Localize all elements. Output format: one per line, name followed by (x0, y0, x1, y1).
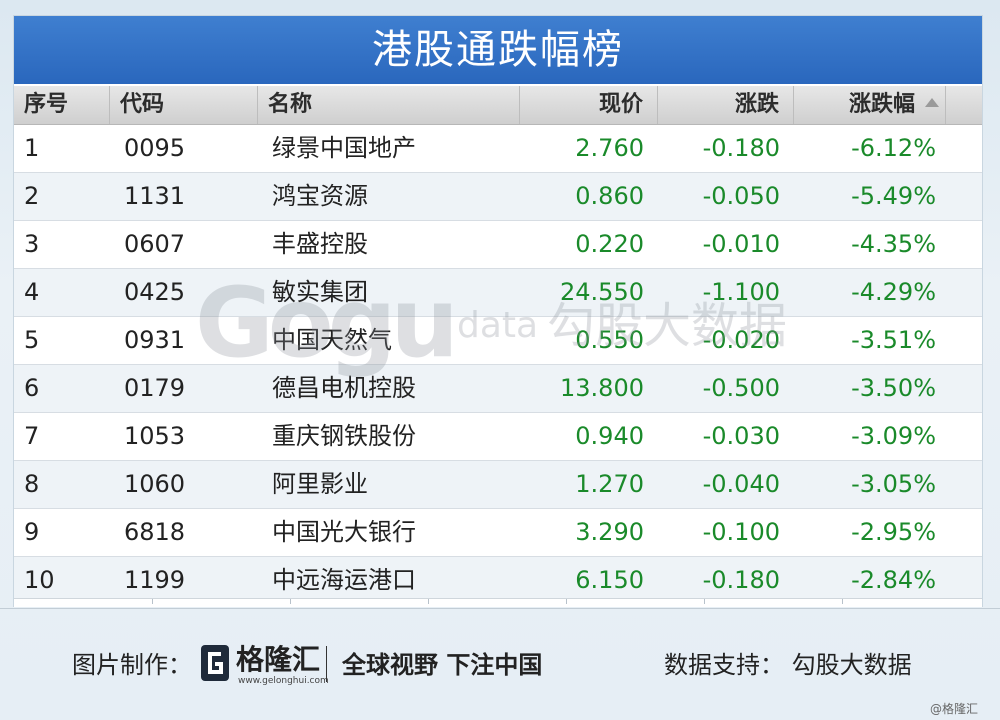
cell-name: 中远海运港口 (272, 566, 416, 594)
cell-price: 0.860 (575, 182, 644, 210)
cell-code: 1060 (124, 470, 186, 498)
column-tick (842, 599, 843, 604)
cell-code: 0931 (124, 326, 186, 354)
table-row[interactable]: 4 0425 敏实集团 24.550 -1.100 -4.29% (14, 269, 982, 317)
cell-code: 0095 (124, 134, 186, 162)
cell-name: 重庆钢铁股份 (272, 422, 416, 450)
cell-index: 1 (24, 134, 40, 162)
cell-change: -0.020 (702, 326, 780, 354)
divider (0, 608, 1000, 609)
cell-change: -0.050 (702, 182, 780, 210)
brand-name: 格隆汇 (236, 643, 321, 676)
cell-name: 敏实集团 (272, 278, 368, 306)
cell-index: 10 (24, 566, 55, 594)
cell-pct: -5.49% (851, 182, 936, 210)
cell-index: 7 (24, 422, 40, 450)
cell-price: 6.150 (575, 566, 644, 594)
cell-name: 绿景中国地产 (272, 134, 416, 162)
table-row[interactable]: 9 6818 中国光大银行 3.290 -0.100 -2.95% (14, 509, 982, 557)
table-row[interactable]: 7 1053 重庆钢铁股份 0.940 -0.030 -3.09% (14, 413, 982, 461)
cell-name: 德昌电机控股 (272, 374, 416, 402)
header-name[interactable]: 名称 (258, 86, 520, 124)
footer-separator (326, 646, 327, 682)
cell-price: 0.550 (575, 326, 644, 354)
cell-code: 0425 (124, 278, 186, 306)
cell-name: 中国天然气 (272, 326, 392, 354)
header-price[interactable]: 现价 (520, 86, 658, 124)
cell-pct: -3.50% (851, 374, 936, 402)
cell-price: 13.800 (560, 374, 644, 402)
table-row[interactable]: 2 1131 鸿宝资源 0.860 -0.050 -5.49% (14, 173, 982, 221)
column-tick (428, 599, 429, 604)
cell-code: 0179 (124, 374, 186, 402)
cell-change: -0.100 (702, 518, 780, 546)
cell-change: -0.180 (702, 566, 780, 594)
page-title: 港股通跌幅榜 (14, 16, 982, 86)
cell-pct: -3.09% (851, 422, 936, 450)
cell-pct: -3.05% (851, 470, 936, 498)
cell-pct: -6.12% (851, 134, 936, 162)
cell-code: 1199 (124, 566, 186, 594)
cell-change: -0.040 (702, 470, 780, 498)
cell-price: 1.270 (575, 470, 644, 498)
cell-code: 0607 (124, 230, 186, 258)
table-row[interactable]: 1 0095 绿景中国地产 2.760 -0.180 -6.12% (14, 125, 982, 173)
slogan: 全球视野 下注中国 (342, 651, 543, 679)
cell-pct: -3.51% (851, 326, 936, 354)
cell-name: 丰盛控股 (272, 230, 368, 258)
cell-price: 2.760 (575, 134, 644, 162)
cell-code: 1053 (124, 422, 186, 450)
table-row[interactable]: 3 0607 丰盛控股 0.220 -0.010 -4.35% (14, 221, 982, 269)
header-code[interactable]: 代码 (110, 86, 258, 124)
cell-change: -0.030 (702, 422, 780, 450)
table-header: 序号 代码 名称 现价 涨跌 涨跌幅 (14, 86, 982, 125)
data-support: 数据支持： 勾股大数据 (664, 651, 912, 679)
cell-change: -0.010 (702, 230, 780, 258)
column-tick (704, 599, 705, 604)
sort-ascending-icon (925, 98, 939, 107)
cell-index: 2 (24, 182, 40, 210)
table-row[interactable]: 8 1060 阿里影业 1.270 -0.040 -3.05% (14, 461, 982, 509)
gelonghui-logo-icon (201, 645, 229, 681)
cell-index: 5 (24, 326, 40, 354)
cell-change: -0.180 (702, 134, 780, 162)
table-row[interactable]: 6 0179 德昌电机控股 13.800 -0.500 -3.50% (14, 365, 982, 413)
cell-price: 0.220 (575, 230, 644, 258)
header-pct-label: 涨跌幅 (848, 92, 915, 117)
column-tick (152, 599, 153, 604)
cell-price: 24.550 (560, 278, 644, 306)
cell-index: 3 (24, 230, 40, 258)
table-footer-bar (14, 598, 982, 607)
cell-name: 阿里影业 (272, 470, 368, 498)
cell-code: 6818 (124, 518, 186, 546)
column-tick (290, 599, 291, 604)
cell-change: -1.100 (702, 278, 780, 306)
cell-name: 中国光大银行 (272, 518, 416, 546)
cell-code: 1131 (124, 182, 186, 210)
table-body: 1 0095 绿景中国地产 2.760 -0.180 -6.12% 2 1131 鸿宝资源 0.8… (14, 125, 982, 605)
header-pct[interactable]: 涨跌幅 (794, 86, 946, 124)
cell-index: 4 (24, 278, 40, 306)
table-row[interactable]: 5 0931 中国天然气 0.550 -0.020 -3.51% (14, 317, 982, 365)
cell-price: 0.940 (575, 422, 644, 450)
brand-url: www.gelonghui.com (238, 676, 329, 686)
cell-index: 6 (24, 374, 40, 402)
cell-pct: -2.95% (851, 518, 936, 546)
column-tick (566, 599, 567, 604)
cell-pct: -4.35% (851, 230, 936, 258)
cell-index: 8 (24, 470, 40, 498)
header-change[interactable]: 涨跌 (658, 86, 794, 124)
cell-index: 9 (24, 518, 40, 546)
corner-credit: @格隆汇 (930, 702, 979, 716)
cell-pct: -4.29% (851, 278, 936, 306)
cell-pct: -2.84% (851, 566, 936, 594)
made-by-label: 图片制作： (72, 651, 192, 679)
cell-name: 鸿宝资源 (272, 182, 368, 210)
cell-price: 3.290 (575, 518, 644, 546)
cell-change: -0.500 (702, 374, 780, 402)
footer: 图片制作： 格隆汇 www.gelonghui.com 全球视野 下注中国 数据… (0, 620, 1000, 720)
header-index[interactable]: 序号 (14, 86, 110, 124)
